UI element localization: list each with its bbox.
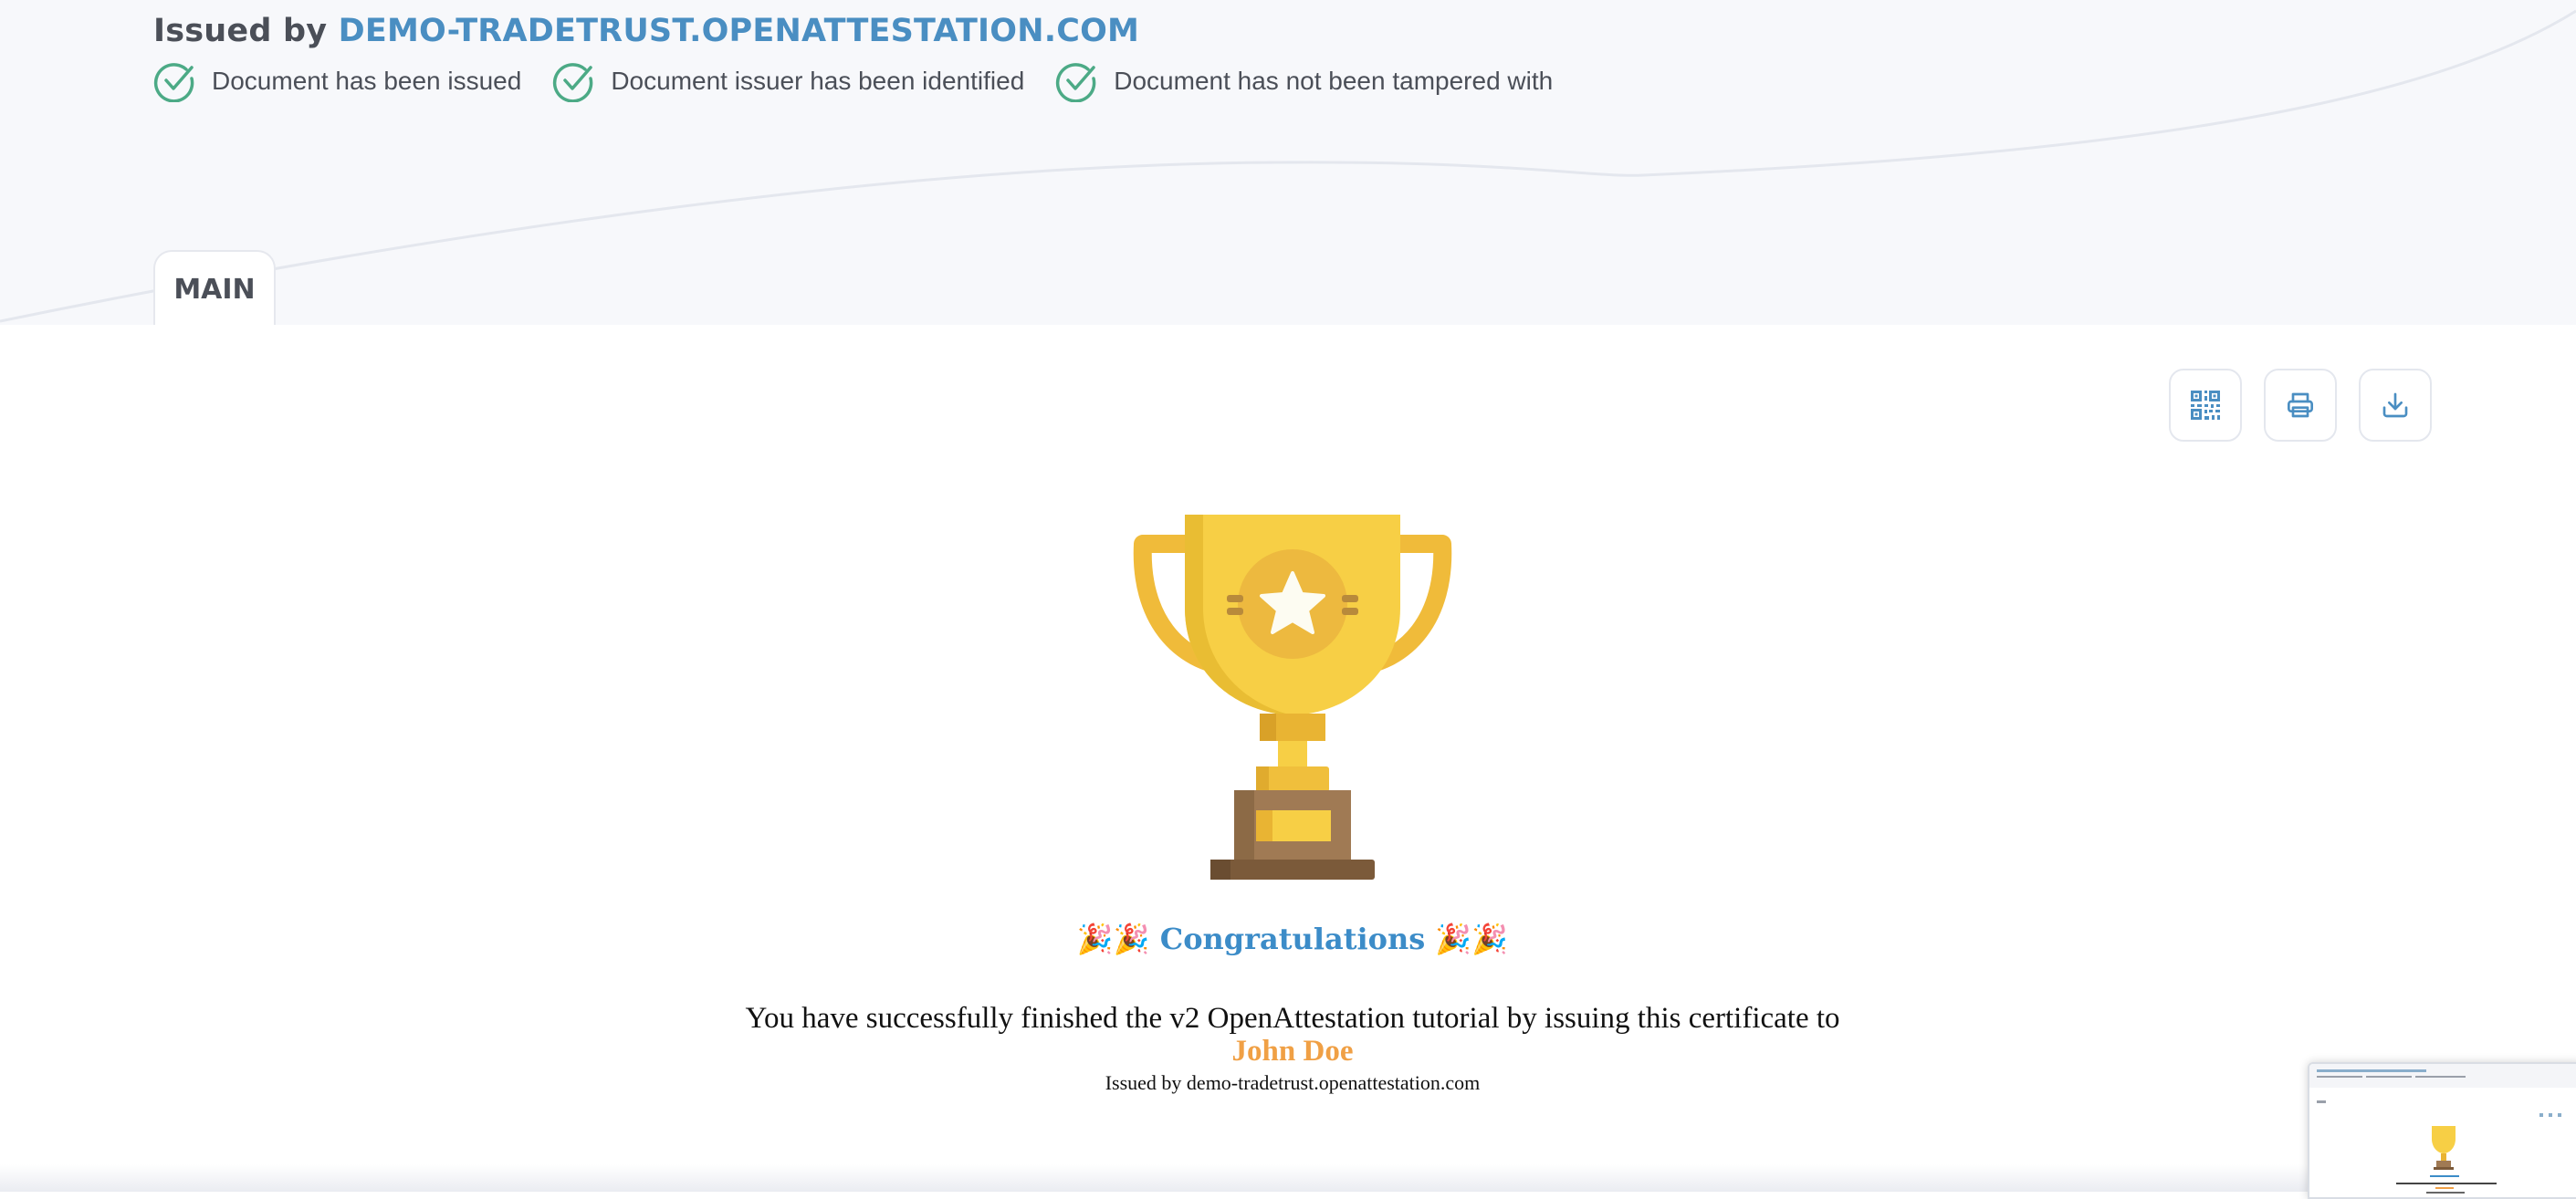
check-identified-label: Document issuer has been identified [611,67,1025,95]
tab-main-label: MAIN [173,273,256,306]
trophy-icon [1133,515,1452,880]
certificate-issuer-line: Issued by demo-tradetrust.openattestatio… [1105,1071,1481,1094]
congratulations-heading: 🎉🎉 Congratulations 🎉🎉 [0,922,2576,956]
download-button[interactable] [2359,369,2432,442]
verification-header: Issued by DEMO-TRADETRUST.OPENATTESTATIO… [0,0,2576,325]
verification-status-list: Document has been issued Document issuer… [153,60,1584,102]
qr-code-icon [2191,391,2220,420]
print-button[interactable] [2264,369,2337,442]
preview-image [2309,1064,2576,1194]
check-not-tampered-label: Document has not been tampered with [1114,67,1554,95]
certificate-message: You have successfully finished the v2 Op… [745,1002,1840,1035]
tab-main[interactable]: MAIN [153,250,276,325]
congratulations-title: Congratulations [1159,922,1426,956]
page-preview-thumbnail[interactable] [2308,1062,2576,1199]
issued-by-heading: Issued by DEMO-TRADETRUST.OPENATTESTATIO… [153,13,1139,49]
issuer-domain-link[interactable]: DEMO-TRADETRUST.OPENATTESTATION.COM [339,13,1139,49]
party-popper-icon: 🎉🎉 [1435,922,1509,956]
download-icon [2382,392,2408,418]
recipient-name: John Doe [1231,1035,1354,1068]
check-issued-label: Document has been issued [212,67,522,95]
check-not-tampered: Document has not been tampered with [1055,60,1553,102]
issued-by-label: Issued by [153,13,328,49]
qr-code-button[interactable] [2169,369,2242,442]
check-circle-icon [553,63,593,102]
party-popper-icon: 🎉🎉 [1076,922,1150,956]
check-issued: Document has been issued [153,60,521,102]
check-identified: Document issuer has been identified [552,60,1024,102]
print-icon [2288,392,2313,418]
content-bottom-edge [0,1164,2576,1192]
check-circle-icon [1056,63,1096,102]
check-circle-icon [153,63,194,102]
